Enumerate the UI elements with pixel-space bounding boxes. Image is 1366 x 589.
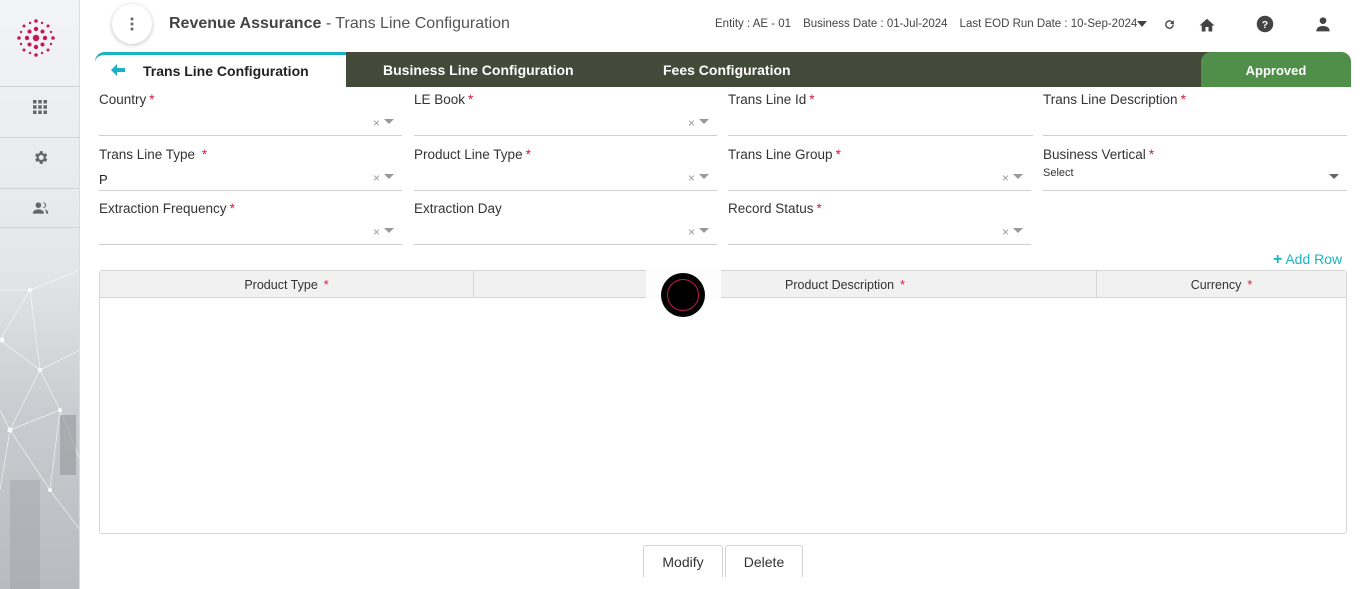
trans-line-id-label: Trans Line Id * [728, 92, 815, 107]
status-badge: Approved [1201, 52, 1351, 87]
extraction-day-label: Extraction Day [414, 201, 502, 216]
refresh-button[interactable] [1159, 14, 1179, 34]
help-icon: ? [1256, 15, 1274, 33]
grid-header: Product Type * Product Description * Curre… [100, 271, 1346, 298]
business-date: Business Date : 01-Jul-2024 [803, 18, 948, 30]
last-eod-date: Last EOD Run Date : 10-Sep-2024 [959, 18, 1138, 30]
chevron-down-icon[interactable] [384, 228, 394, 233]
business-vertical-placeholder: Select [1043, 167, 1074, 179]
trans-line-group-label: Trans Line Group * [728, 147, 841, 162]
column-header-product-type[interactable]: Product Type * [100, 271, 474, 298]
user-icon [1316, 17, 1330, 32]
app-name: Revenue Assurance [169, 15, 322, 32]
record-status-label: Record Status * [728, 201, 822, 216]
home-icon [1199, 18, 1215, 32]
profile-button[interactable] [1313, 14, 1333, 34]
modify-button[interactable]: Modify [643, 545, 723, 577]
clear-icon[interactable]: × [1002, 225, 1009, 239]
clear-icon[interactable]: × [688, 116, 695, 130]
trans-line-type-label: Trans Line Type * [99, 147, 208, 162]
add-row-label: Add Row [1285, 251, 1343, 267]
chevron-down-icon[interactable] [1013, 174, 1023, 179]
page-title: Revenue Assurance - Trans Line Configura… [169, 15, 510, 33]
help-button[interactable]: ? [1255, 14, 1275, 34]
chevron-down-icon[interactable] [699, 174, 709, 179]
context-dropdown[interactable] [1132, 14, 1152, 34]
gear-icon [34, 151, 47, 164]
extraction-frequency-label: Extraction Frequency * [99, 201, 235, 216]
caret-down-icon [1137, 21, 1147, 27]
context-info: Entity : AE - 01 Business Date : 01-Jul-2… [715, 18, 1149, 30]
product-line-type-label: Product Line Type * [414, 147, 531, 162]
clear-icon[interactable]: × [688, 225, 695, 239]
tab-trans-line-configuration[interactable]: Trans Line Configuration [95, 52, 346, 87]
tab-business-line-configuration[interactable]: Business Line Configuration [383, 62, 574, 78]
sidebar-item-settings[interactable] [0, 137, 79, 177]
plus-icon: + [1273, 251, 1283, 268]
sidebar-item-users[interactable] [0, 188, 79, 228]
loading-spinner-icon [661, 273, 705, 317]
extraction-frequency-field[interactable]: Extraction Frequency * × [99, 201, 402, 245]
add-row-button[interactable]: + Add Row [1273, 251, 1342, 269]
trans-line-type-value: P [99, 172, 108, 187]
record-status-field[interactable]: Record Status * × [728, 201, 1031, 245]
delete-button[interactable]: Delete [725, 545, 803, 577]
chevron-down-icon[interactable] [699, 119, 709, 124]
extraction-day-field[interactable]: Extraction Day × [414, 201, 717, 245]
sidebar-item-apps[interactable] [0, 86, 79, 126]
network-background [0, 270, 79, 589]
refresh-icon [1164, 19, 1174, 29]
clear-icon[interactable]: × [373, 171, 380, 185]
chevron-down-icon[interactable] [384, 119, 394, 124]
loading-overlay [646, 265, 721, 325]
trans-line-group-field[interactable]: Trans Line Group * × [728, 147, 1031, 191]
grid-icon [33, 99, 47, 114]
chevron-down-icon[interactable] [1013, 228, 1023, 233]
trans-line-description-label: Trans Line Description * [1043, 92, 1186, 107]
le-book-field[interactable]: LE Book * × [414, 92, 717, 136]
chevron-down-icon[interactable] [1329, 174, 1339, 179]
trans-line-type-field[interactable]: Trans Line Type * P × [99, 147, 402, 191]
column-header-currency[interactable]: Currency * [1097, 271, 1346, 298]
trans-line-description-field[interactable]: Trans Line Description * [1043, 92, 1347, 136]
le-book-label: LE Book * [414, 92, 474, 107]
users-icon [32, 202, 48, 214]
back-arrow-icon[interactable] [111, 64, 125, 76]
tab-label: Trans Line Configuration [143, 63, 309, 79]
tab-bar: Trans Line Configuration Business Line C… [95, 52, 1351, 87]
country-label: Country * [99, 92, 155, 107]
entity-info: Entity : AE - 01 [715, 18, 792, 30]
svg-text:?: ? [1262, 19, 1268, 31]
home-button[interactable] [1197, 14, 1217, 34]
country-field[interactable]: Country * × [99, 92, 402, 136]
tab-fees-configuration[interactable]: Fees Configuration [663, 62, 791, 78]
business-vertical-label: Business Vertical * [1043, 147, 1155, 162]
chevron-down-icon[interactable] [699, 228, 709, 233]
page-name: - Trans Line Configuration [321, 15, 510, 32]
product-line-type-field[interactable]: Product Line Type * × [414, 147, 717, 191]
sidebar [0, 0, 80, 589]
more-menu-button[interactable] [112, 4, 152, 44]
column-header-product-description[interactable]: Product Description * [474, 271, 1097, 298]
clear-icon[interactable]: × [688, 171, 695, 185]
clear-icon[interactable]: × [1002, 171, 1009, 185]
trans-line-id-field[interactable]: Trans Line Id * [728, 92, 1033, 136]
app-logo[interactable] [14, 16, 58, 60]
clear-icon[interactable]: × [373, 225, 380, 239]
chevron-down-icon[interactable] [384, 174, 394, 179]
header: Revenue Assurance - Trans Line Configura… [80, 0, 1366, 50]
kebab-icon [130, 17, 134, 31]
product-grid: Product Type * Product Description * Curre… [99, 270, 1347, 534]
clear-icon[interactable]: × [373, 116, 380, 130]
business-vertical-field[interactable]: Business Vertical * Select [1043, 147, 1347, 191]
